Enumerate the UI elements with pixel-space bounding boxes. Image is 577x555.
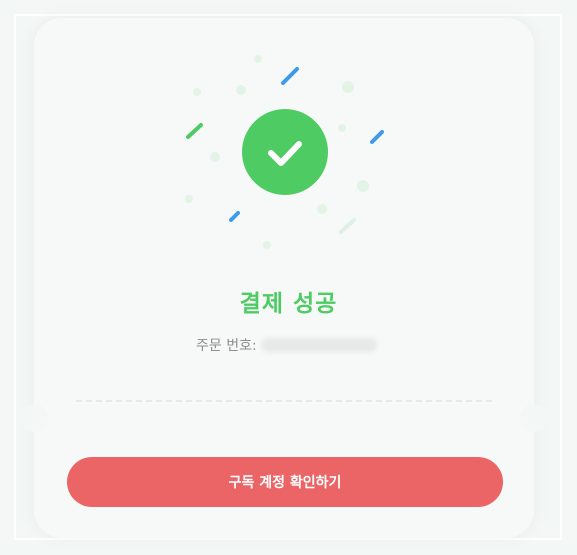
confetti-dot (193, 88, 201, 96)
order-number-label: 주문 번호: (196, 338, 257, 354)
confetti-dot (357, 180, 369, 192)
order-number-row: 주문 번호: (196, 335, 377, 355)
confetti-dash (229, 211, 240, 222)
order-number-redacted (260, 338, 377, 352)
confetti-dash (186, 123, 203, 139)
confetti-dash (339, 218, 356, 234)
confetti-dash (281, 67, 299, 85)
confetti-dot (338, 124, 346, 132)
confetti-dot (185, 195, 193, 203)
payment-success-title: 결제 성공 (239, 291, 338, 317)
confetti-dot (317, 204, 327, 214)
confetti-dash (370, 130, 384, 144)
check-icon (268, 141, 302, 166)
confetti-dot (254, 55, 262, 63)
confetti-dot (210, 152, 220, 162)
success-check-badge (242, 109, 328, 195)
confetti-dot (263, 241, 271, 249)
confetti-dot (342, 81, 354, 93)
confetti-dot (236, 85, 246, 95)
check-subscription-account-button[interactable]: 구독 계정 확인하기 (67, 457, 503, 507)
